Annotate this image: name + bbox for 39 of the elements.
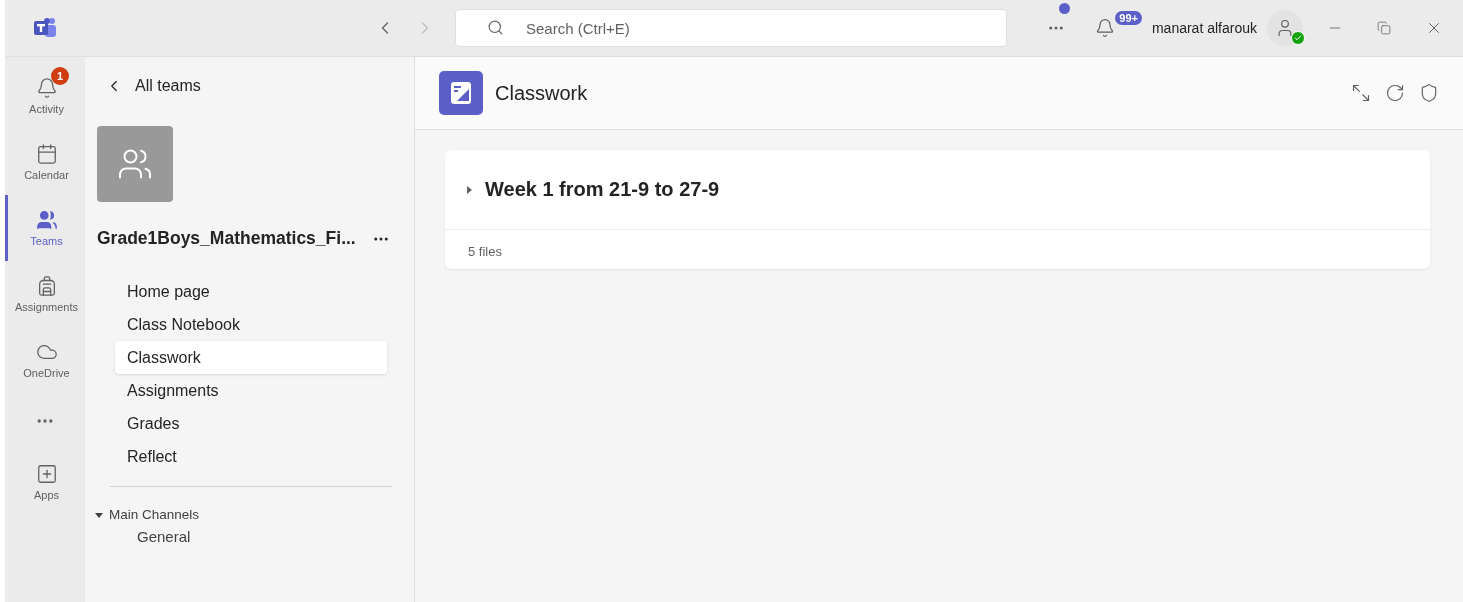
notification-badge: 99+ — [1115, 11, 1142, 25]
app-icon — [439, 71, 483, 115]
bell-icon — [35, 77, 58, 99]
channel-item[interactable]: General — [95, 522, 191, 545]
caret-icon — [465, 185, 473, 194]
search-icon — [487, 19, 504, 36]
avatar[interactable] — [1267, 10, 1303, 46]
nav-item[interactable]: Class Notebook — [115, 308, 387, 341]
team-name: Grade1Boys_Mathematics_Fi... — [97, 228, 356, 249]
refresh-icon[interactable] — [1385, 83, 1405, 103]
nav-item[interactable]: Grades — [115, 407, 387, 440]
plus-square-icon — [35, 463, 58, 485]
caret-icon — [95, 510, 103, 519]
status-dot — [1059, 3, 1071, 14]
nav-item[interactable]: Reflect — [115, 440, 387, 473]
rail-item[interactable]: Activity 1 — [5, 63, 85, 129]
notification-badge: 1 — [51, 67, 69, 85]
channels-header[interactable]: Main Channels — [95, 507, 390, 522]
rail-item[interactable]: OneDrive — [5, 327, 85, 393]
people-icon — [35, 209, 58, 231]
page-title: Classwork — [495, 81, 588, 105]
restore-icon[interactable] — [1377, 21, 1391, 35]
file-count: 5 files — [467, 243, 502, 261]
calendar-icon — [35, 143, 58, 165]
nav-item[interactable]: Home page — [115, 275, 387, 308]
nav-item[interactable]: Assignments — [115, 374, 387, 407]
all-teams-link[interactable]: All teams — [95, 77, 201, 95]
nav-item[interactable]: Classwork — [115, 341, 387, 374]
expand-icon[interactable] — [1351, 83, 1371, 103]
presence-icon — [1291, 31, 1305, 45]
bell-icon[interactable] — [1095, 18, 1116, 38]
shield-icon[interactable] — [1419, 83, 1439, 103]
rail-item[interactable]: Assignments — [5, 261, 85, 327]
search-field[interactable]: Search (Ctrl+E) — [455, 9, 1007, 47]
user-name: manarat alfarouk — [1151, 20, 1257, 36]
section-header[interactable]: Week 1 from 21-9 to 27-9 — [445, 150, 1430, 230]
rail-item[interactable]: Calendar — [5, 129, 85, 195]
rail-item[interactable]: Apps — [5, 449, 85, 515]
logo-icon — [33, 17, 57, 39]
